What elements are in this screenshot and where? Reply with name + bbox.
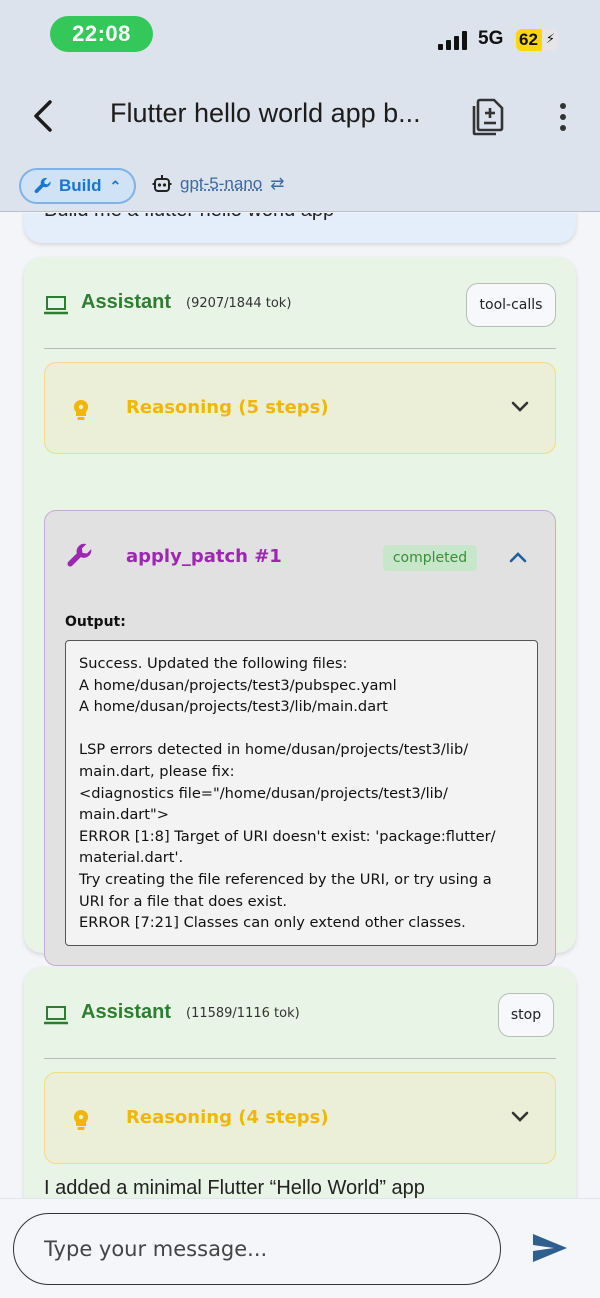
mode-label: Build (59, 176, 102, 195)
token-count: (9207/1844 tok) (186, 296, 292, 311)
send-icon[interactable] (532, 1233, 568, 1263)
finish-reason-button[interactable]: stop (498, 993, 554, 1037)
output-label: Output: (65, 614, 126, 630)
tool-output: Success. Updated the following files: A … (65, 640, 538, 946)
assistant-message: Assistant (9207/1844 tok) tool-calls Rea… (24, 257, 576, 966)
reasoning-label: Reasoning (4 steps) (126, 1107, 329, 1128)
chevron-down-icon[interactable] (511, 1111, 529, 1123)
network-type: 5G (478, 28, 504, 49)
status-bar: 22:08 5G 62 ⚡ (0, 0, 600, 72)
model-name: gpt-5-nano (180, 174, 263, 193)
app-bar: Flutter hello world app b... (0, 72, 600, 162)
conversation-title: Flutter hello world app b... (110, 98, 421, 128)
more-vert-icon[interactable] (552, 100, 574, 134)
chevron-down-icon[interactable] (511, 401, 529, 413)
role-label: Assistant (81, 1001, 172, 1023)
user-message: Build me a flutter hello world app (24, 213, 576, 243)
composer (0, 1198, 600, 1298)
message-header: Assistant (11589/1116 tok) stop (44, 967, 556, 1059)
message-input[interactable] (13, 1213, 501, 1285)
chevron-up-icon[interactable] (509, 551, 527, 563)
wrench-icon (67, 543, 92, 567)
battery-level: 62 (519, 30, 538, 49)
unfold-icon: ⌃ (109, 177, 122, 194)
tool-call-panel: apply_patch #1 completed Output: Success… (44, 510, 556, 966)
assistant-message-text: I added a minimal Flutter “Hello World” … (44, 1177, 425, 1198)
reasoning-label: Reasoning (5 steps) (126, 397, 329, 418)
tool-status-badge: completed (383, 545, 477, 571)
reasoning-panel[interactable]: Reasoning (5 steps) (44, 362, 556, 454)
charging-icon: ⚡ (545, 32, 555, 47)
lightbulb-icon (73, 1109, 89, 1130)
laptop-icon (44, 296, 68, 315)
signal-icon (438, 30, 470, 50)
tool-name: apply_patch #1 (126, 546, 282, 567)
message-header: Assistant (9207/1844 tok) tool-calls (44, 257, 556, 349)
reasoning-panel[interactable]: Reasoning (4 steps) (44, 1072, 556, 1164)
swap-icon: ⇄ (270, 174, 285, 193)
model-selector[interactable]: gpt-5-nano ⇄ (152, 174, 284, 194)
lightbulb-icon (73, 399, 89, 420)
document-add-icon[interactable] (470, 96, 506, 136)
user-message-text: Build me a flutter hello world app (44, 213, 334, 222)
mode-bar: Build ⌃ gpt-5-nano ⇄ (0, 162, 600, 212)
token-count: (11589/1116 tok) (186, 1006, 300, 1021)
finish-reason-button[interactable]: tool-calls (466, 283, 556, 327)
mode-select-button[interactable]: Build ⌃ (19, 168, 136, 204)
wrench-icon (34, 177, 51, 194)
chat-list[interactable]: Build me a flutter hello world app Assis… (0, 213, 600, 1198)
status-time: 22:08 (50, 16, 153, 52)
role-label: Assistant (81, 291, 172, 313)
robot-icon (152, 175, 172, 192)
battery-icon: 62 ⚡ (516, 29, 558, 51)
back-icon[interactable] (28, 96, 60, 136)
assistant-message: Assistant (11589/1116 tok) stop Reasonin… (24, 967, 576, 1198)
laptop-icon (44, 1006, 68, 1025)
